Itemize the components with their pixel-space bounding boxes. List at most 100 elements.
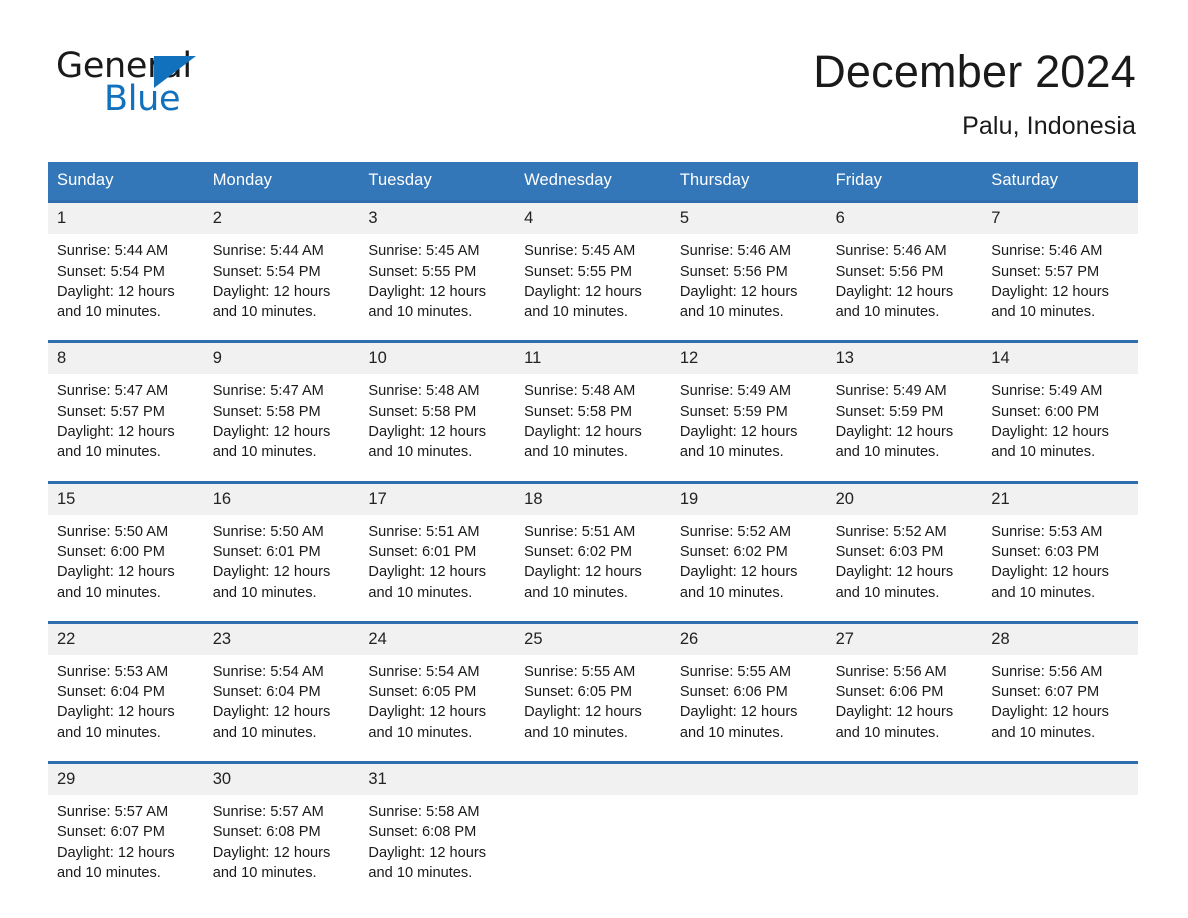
daylight-text: Daylight: 12 hours and 10 minutes. — [57, 704, 179, 741]
daylight-text: Daylight: 12 hours and 10 minutes. — [212, 283, 335, 321]
daylight-text: Daylight: 12 hours and 10 minutes. — [57, 564, 179, 601]
day-cell: Sunrise: 5:51 AM Sunset: 6:01 PM Dayligh… — [359, 515, 515, 621]
day-cell: Sunrise: 5:56 AM Sunset: 6:07 PM Dayligh… — [982, 655, 1138, 761]
day-detail-band: Sunrise: 5:47 AM Sunset: 5:57 PM Dayligh… — [48, 374, 1138, 481]
day-cell: Sunrise: 5:47 AM Sunset: 5:58 PM Dayligh… — [204, 374, 360, 480]
day-cell-empty — [671, 795, 827, 901]
sunrise-text: Sunrise: 5:49 AM — [991, 383, 1103, 400]
sunset-text: Sunset: 5:57 PM — [57, 403, 165, 420]
sunset-text: Sunset: 5:55 PM — [368, 263, 477, 280]
day-number: 19 — [679, 489, 699, 508]
day-number: 12 — [679, 349, 699, 368]
day-number: 8 — [57, 349, 67, 368]
sunset-text: Sunset: 6:01 PM — [212, 543, 321, 560]
sunrise-text: Sunrise: 5:45 AM — [368, 243, 480, 260]
day-number: 26 — [679, 629, 699, 648]
day-number: 22 — [57, 629, 76, 648]
day-number: 2 — [212, 209, 222, 228]
weekday-header-friday: Friday — [835, 171, 883, 190]
daylight-text: Daylight: 12 hours and 10 minutes. — [524, 283, 646, 321]
sunset-text: Sunset: 6:05 PM — [368, 684, 477, 701]
logo-text-blue: Blue — [104, 79, 181, 119]
day-cell: Sunrise: 5:53 AM Sunset: 6:03 PM Dayligh… — [982, 515, 1138, 621]
day-cell: Sunrise: 5:49 AM Sunset: 5:59 PM Dayligh… — [827, 374, 983, 480]
day-number: 13 — [835, 349, 854, 368]
week-row: 29 30 31 Sunrise: 5:57 AM Sunset: 6:07 P… — [48, 761, 1138, 902]
sunrise-text: Sunrise: 5:50 AM — [212, 523, 324, 540]
day-cell: Sunrise: 5:46 AM Sunset: 5:56 PM Dayligh… — [671, 234, 827, 340]
sunset-text: Sunset: 5:59 PM — [835, 403, 944, 420]
sunrise-text: Sunrise: 5:53 AM — [57, 663, 169, 680]
daylight-text: Daylight: 12 hours and 10 minutes. — [991, 564, 1113, 601]
sunset-text: Sunset: 6:06 PM — [679, 684, 788, 701]
sunrise-text: Sunrise: 5:55 AM — [524, 663, 636, 680]
day-number-band: 29 30 31 — [48, 764, 1138, 795]
day-cell: Sunrise: 5:57 AM Sunset: 6:08 PM Dayligh… — [204, 795, 360, 901]
daylight-text: Daylight: 12 hours and 10 minutes. — [212, 704, 335, 741]
day-number: 15 — [57, 489, 76, 508]
day-cell: Sunrise: 5:55 AM Sunset: 6:05 PM Dayligh… — [515, 655, 671, 761]
calendar-page: General Blue December 2024 Palu, Indones… — [0, 0, 1188, 918]
day-number: 3 — [368, 209, 378, 228]
daylight-text: Daylight: 12 hours and 10 minutes. — [835, 424, 958, 461]
sunset-text: Sunset: 6:04 PM — [57, 684, 165, 701]
sunrise-text: Sunrise: 5:44 AM — [212, 243, 324, 260]
sunrise-text: Sunrise: 5:57 AM — [212, 804, 324, 820]
weekday-header-saturday: Saturday — [991, 171, 1059, 190]
day-number: 21 — [991, 489, 1010, 508]
sunrise-text: Sunrise: 5:51 AM — [524, 523, 636, 540]
daylight-text: Daylight: 12 hours and 10 minutes. — [524, 424, 646, 461]
day-number: 23 — [212, 629, 232, 648]
day-cell: Sunrise: 5:54 AM Sunset: 6:05 PM Dayligh… — [359, 655, 515, 761]
location-subtitle: Palu, Indonesia — [962, 112, 1136, 141]
sunrise-text: Sunrise: 5:47 AM — [57, 383, 169, 400]
day-cell-empty — [515, 795, 671, 901]
daylight-text: Daylight: 12 hours and 10 minutes. — [212, 844, 335, 881]
daylight-text: Daylight: 12 hours and 10 minutes. — [679, 704, 802, 741]
day-cell: Sunrise: 5:44 AM Sunset: 5:54 PM Dayligh… — [204, 234, 360, 340]
day-cell-empty — [982, 795, 1138, 901]
day-cell: Sunrise: 5:46 AM Sunset: 5:57 PM Dayligh… — [982, 234, 1138, 340]
general-blue-logo[interactable]: General Blue — [56, 46, 256, 126]
day-cell: Sunrise: 5:51 AM Sunset: 6:02 PM Dayligh… — [515, 515, 671, 621]
sunrise-text: Sunrise: 5:53 AM — [991, 523, 1103, 540]
day-number: 25 — [524, 629, 543, 648]
daylight-text: Daylight: 12 hours and 10 minutes. — [835, 283, 958, 321]
daylight-text: Daylight: 12 hours and 10 minutes. — [57, 844, 179, 881]
sunset-text: Sunset: 5:59 PM — [679, 403, 788, 420]
day-number-band: 22 23 24 25 26 27 28 — [48, 623, 1138, 655]
weekday-header-monday: Monday — [212, 171, 273, 190]
sunrise-text: Sunrise: 5:56 AM — [835, 663, 947, 680]
day-number: 18 — [524, 489, 543, 508]
day-number-empty — [982, 764, 1138, 795]
week-row: 8 9 10 11 12 13 14 Sunrise: 5:47 AM Suns… — [48, 340, 1138, 481]
day-cell: Sunrise: 5:47 AM Sunset: 5:57 PM Dayligh… — [48, 374, 204, 480]
day-number: 10 — [368, 349, 387, 368]
day-cell: Sunrise: 5:50 AM Sunset: 6:01 PM Dayligh… — [204, 515, 360, 621]
day-cell: Sunrise: 5:49 AM Sunset: 5:59 PM Dayligh… — [671, 374, 827, 480]
day-cell: Sunrise: 5:45 AM Sunset: 5:55 PM Dayligh… — [359, 234, 515, 340]
sunset-text: Sunset: 5:54 PM — [57, 263, 165, 280]
day-number-band: 8 9 10 11 12 13 14 — [48, 343, 1138, 375]
day-number: 4 — [524, 209, 534, 228]
day-cell: Sunrise: 5:52 AM Sunset: 6:03 PM Dayligh… — [827, 515, 983, 621]
daylight-text: Daylight: 12 hours and 10 minutes. — [212, 564, 335, 601]
sunset-text: Sunset: 5:58 PM — [212, 403, 321, 420]
day-detail-band: Sunrise: 5:44 AM Sunset: 5:54 PM Dayligh… — [48, 234, 1138, 341]
daylight-text: Daylight: 12 hours and 10 minutes. — [991, 283, 1113, 321]
day-cell: Sunrise: 5:53 AM Sunset: 6:04 PM Dayligh… — [48, 655, 204, 761]
daylight-text: Daylight: 12 hours and 10 minutes. — [368, 424, 491, 461]
sunset-text: Sunset: 6:02 PM — [679, 543, 788, 560]
sunrise-text: Sunrise: 5:55 AM — [679, 663, 791, 680]
day-cell: Sunrise: 5:45 AM Sunset: 5:55 PM Dayligh… — [515, 234, 671, 340]
sunrise-text: Sunrise: 5:46 AM — [991, 243, 1103, 260]
sunset-text: Sunset: 6:00 PM — [57, 543, 165, 560]
title-block: December 2024 Palu, Indonesia — [813, 46, 1136, 141]
sunrise-text: Sunrise: 5:44 AM — [57, 243, 169, 260]
sunset-text: Sunset: 6:01 PM — [368, 543, 477, 560]
daylight-text: Daylight: 12 hours and 10 minutes. — [368, 564, 491, 601]
week-row: 15 16 17 18 19 20 21 Sunrise: 5:50 AM Su… — [48, 480, 1138, 621]
day-cell: Sunrise: 5:46 AM Sunset: 5:56 PM Dayligh… — [827, 234, 983, 340]
day-number: 16 — [212, 489, 232, 508]
day-number: 11 — [524, 349, 542, 368]
